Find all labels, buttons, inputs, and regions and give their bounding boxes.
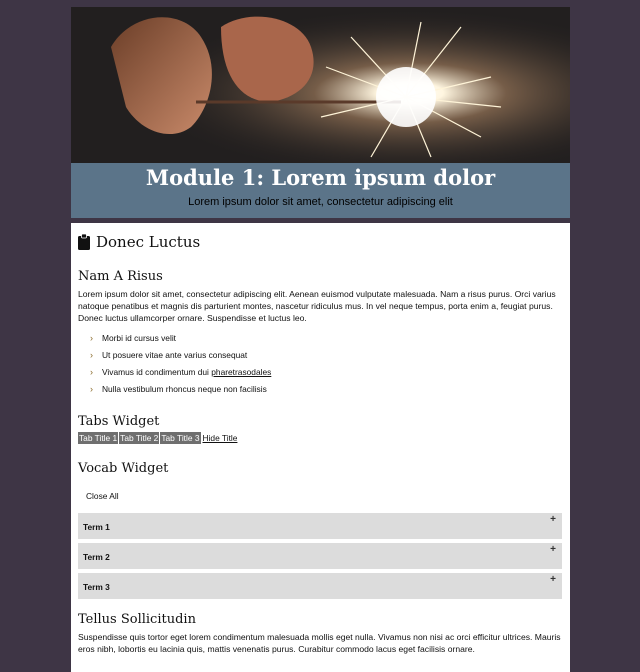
nam-heading: Nam A Risus: [78, 269, 163, 284]
close-all-button[interactable]: Close All: [86, 491, 119, 501]
list-item: › Nulla vestibulum rhoncus neque non faci…: [90, 384, 267, 394]
term-1-accordion[interactable]: Term 1 +: [78, 513, 562, 539]
tabs-heading: Tabs Widget: [78, 414, 160, 429]
term-2-accordion[interactable]: Term 2 +: [78, 543, 562, 569]
tab-title-1[interactable]: Tab Title 1: [78, 432, 119, 444]
tab-title-3[interactable]: Tab Title 3: [160, 432, 201, 444]
hero-image: [71, 7, 570, 163]
section-title: Donec Luctus: [96, 233, 201, 251]
sparkler-image: [71, 7, 570, 163]
chevron-right-icon: ›: [90, 333, 93, 343]
module-title: Module 1: Lorem ipsum dolor: [145, 165, 496, 190]
plus-icon: +: [550, 544, 556, 555]
clipboard-icon: [78, 233, 90, 250]
module-subtitle: Lorem ipsum dolor sit amet, consectetur …: [188, 196, 453, 208]
tab-title-2[interactable]: Tab Title 2: [119, 432, 160, 444]
tab-bar: Tab Title 1 Tab Title 2 Tab Title 3 Hide…: [78, 432, 563, 444]
module-banner: Module 1: Lorem ipsum dolor Lorem ipsum …: [71, 163, 570, 218]
hide-title-link[interactable]: Hide Title: [203, 432, 238, 444]
tellus-heading: Tellus Sollicitudin: [78, 612, 196, 627]
bullet-list: › Morbi id cursus velit › Ut posuere vitae…: [78, 332, 563, 400]
list-item: › Ut posuere vitae ante varius consequat: [90, 350, 248, 360]
list-item: › Morbi id cursus velit: [90, 333, 177, 343]
divider: [71, 218, 570, 223]
chevron-right-icon: ›: [90, 350, 93, 360]
section-header: Donec Luctus: [78, 231, 563, 253]
course-page: Module 1: Lorem ipsum dolor Lorem ipsum …: [71, 7, 570, 672]
list-item: › Vivamus id condimentum dui pharetrasoda…: [90, 366, 272, 378]
chevron-right-icon: ›: [90, 384, 93, 394]
vocab-heading: Vocab Widget: [78, 461, 169, 476]
tellus-paragraph: Suspendisse quis tortor eget lorem condi…: [78, 632, 561, 654]
term-3-accordion[interactable]: Term 3 +: [78, 573, 562, 599]
plus-icon: +: [550, 514, 556, 525]
chevron-right-icon: ›: [90, 367, 93, 377]
pharetrasodales-link[interactable]: pharetrasodales: [211, 366, 271, 378]
nam-paragraph: Lorem ipsum dolor sit amet, consectetur …: [78, 289, 556, 323]
plus-icon: +: [550, 574, 556, 585]
main-content: Donec Luctus Nam A Risus Lorem ipsum dol…: [78, 231, 563, 655]
